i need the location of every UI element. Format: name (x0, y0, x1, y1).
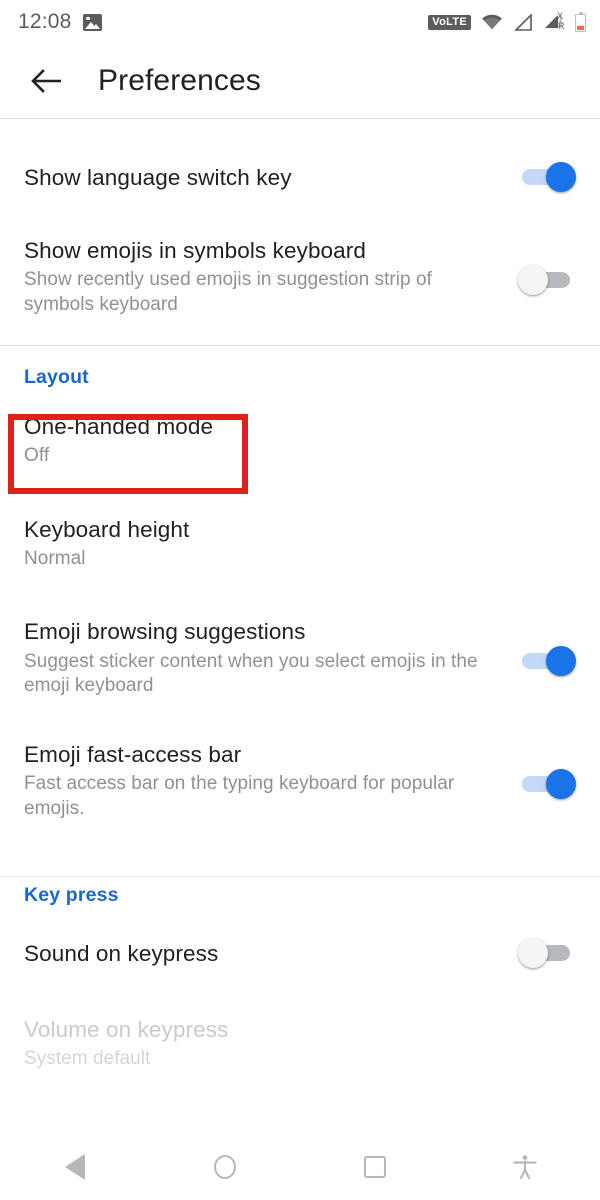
accessibility-icon (513, 1155, 537, 1180)
section-divider-layout (0, 345, 600, 346)
toggle-show-language-switch-key[interactable] (518, 160, 576, 194)
row-text: Keyboard height Normal (24, 516, 576, 572)
recents-square-icon (364, 1156, 386, 1178)
row-show-language-switch-key[interactable]: Show language switch key (0, 162, 600, 194)
row-subtitle: Off (24, 445, 50, 467)
toggle-sound-on-keypress[interactable] (518, 936, 576, 970)
row-show-emojis-in-symbols-keyboard[interactable]: Show emojis in symbols keyboard Show rec… (0, 237, 600, 318)
row-text: Emoji browsing suggestions Suggest stick… (24, 618, 518, 699)
toggle-emoji-browsing-suggestions[interactable] (518, 644, 576, 678)
row-text: Emoji fast-access bar Fast access bar on… (24, 741, 518, 822)
row-title: Emoji fast-access bar (24, 741, 242, 767)
section-divider-key-press (0, 876, 600, 877)
row-volume-on-keypress: Volume on keypress System default (0, 1016, 600, 1072)
section-header-key-press: Key press (24, 883, 119, 906)
signal-roaming-icon: X R (543, 11, 565, 31)
row-text: Show language switch key (24, 164, 518, 191)
row-subtitle: Show recently used emojis in suggestion … (24, 269, 432, 316)
toggle-show-emojis-in-symbols-keyboard[interactable] (518, 263, 576, 297)
row-subtitle: Fast access bar on the typing keyboard f… (24, 773, 455, 819)
row-text: Sound on keypress (24, 940, 518, 967)
nav-home-button[interactable] (150, 1134, 300, 1200)
status-bar-right: VoLTE X R (428, 12, 586, 32)
row-text: Volume on keypress System default (24, 1016, 576, 1072)
nav-back-button[interactable] (0, 1134, 150, 1200)
row-text: One-handed mode Off (24, 413, 576, 469)
row-subtitle: Suggest sticker content when you select … (24, 650, 478, 697)
home-circle-icon (214, 1155, 236, 1179)
row-title: Sound on keypress (24, 940, 219, 966)
row-title: One-handed mode (24, 413, 214, 439)
nav-recents-button[interactable] (300, 1134, 450, 1200)
row-keyboard-height[interactable]: Keyboard height Normal (0, 516, 600, 572)
back-triangle-icon (65, 1154, 85, 1180)
navigation-bar (0, 1134, 600, 1200)
battery-icon (575, 12, 586, 32)
phone-screen: 12:08 VoLTE X R Preferences Show languag… (0, 0, 600, 1200)
row-sound-on-keypress[interactable]: Sound on keypress (0, 937, 600, 970)
page-title: Preferences (98, 64, 261, 97)
app-bar: Preferences (0, 44, 600, 118)
section-header-layout: Layout (24, 365, 89, 388)
row-title: Keyboard height (24, 516, 190, 542)
nav-accessibility-button[interactable] (450, 1134, 600, 1200)
signal-r-label: R (558, 21, 565, 31)
toggle-emoji-fast-access-bar[interactable] (518, 767, 576, 801)
row-emoji-fast-access-bar[interactable]: Emoji fast-access bar Fast access bar on… (0, 741, 600, 822)
settings-list: Show language switch key Show emojis in … (0, 119, 600, 1072)
row-text: Show emojis in symbols keyboard Show rec… (24, 237, 518, 318)
status-bar: 12:08 VoLTE X R (0, 0, 600, 44)
wifi-icon (481, 14, 503, 30)
row-title: Volume on keypress (24, 1016, 229, 1042)
back-button[interactable] (18, 53, 74, 109)
row-one-handed-mode[interactable]: One-handed mode Off (0, 413, 600, 469)
status-bar-left: 12:08 (18, 10, 102, 34)
row-title: Show language switch key (24, 165, 292, 190)
status-bar-clock: 12:08 (18, 10, 72, 33)
signal-empty-icon (513, 12, 533, 31)
volte-icon: VoLTE (428, 14, 471, 30)
signal-x-label: X (557, 11, 564, 21)
row-subtitle: Normal (24, 548, 86, 570)
row-subtitle: System default (24, 1048, 151, 1070)
row-title: Show emojis in symbols keyboard (24, 238, 366, 263)
row-emoji-browsing-suggestions[interactable]: Emoji browsing suggestions Suggest stick… (0, 618, 600, 699)
back-arrow-icon (31, 69, 61, 93)
photo-notification-icon (82, 13, 102, 31)
row-title: Emoji browsing suggestions (24, 619, 306, 645)
